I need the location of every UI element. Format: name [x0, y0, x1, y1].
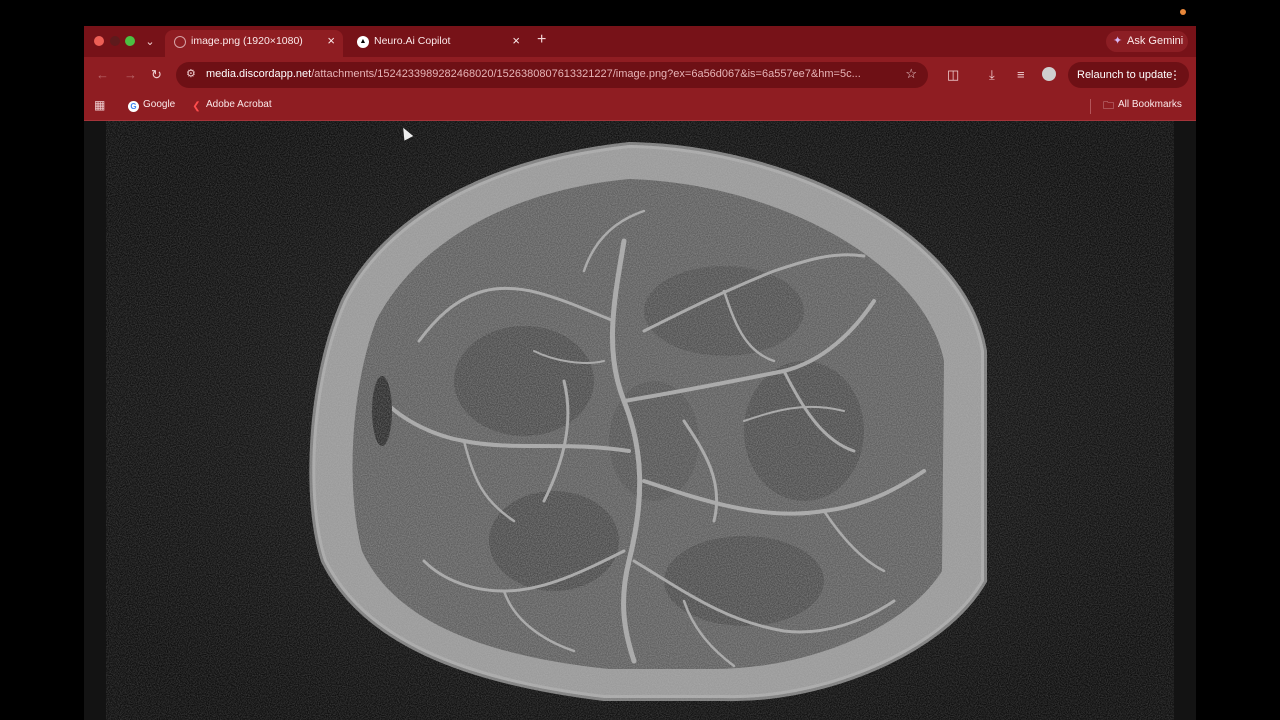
tab-title: Neuro.Ai Copilot	[374, 35, 451, 47]
gemini-sparkle-icon: ✦	[1113, 35, 1123, 47]
minimize-window-button[interactable]	[110, 36, 120, 46]
acrobat-icon: ❮	[192, 101, 201, 112]
globe-icon	[174, 36, 186, 48]
star-icon[interactable]: ☆	[905, 66, 917, 82]
folder-icon: 🗀	[1103, 100, 1114, 112]
bookmark-label: Adobe Acrobat	[206, 99, 272, 110]
reading-list-icon[interactable]: ≡	[1017, 67, 1025, 83]
tab-image-png[interactable]: image.png (1920×1080) ×	[165, 30, 343, 57]
new-tab-icon[interactable]: +	[537, 31, 546, 49]
close-window-button[interactable]	[94, 36, 104, 46]
toolbar: ← → ↻ ⚙ media.discordapp.net/attachments…	[84, 57, 1196, 93]
tab-close-icon[interactable]: ×	[327, 33, 335, 48]
forward-arrow-icon[interactable]: →	[124, 67, 137, 83]
bookmark-adobe-acrobat[interactable]: ❮ Adobe Acrobat	[191, 99, 272, 112]
url-text[interactable]: media.discordapp.net/attachments/1524233…	[206, 68, 898, 80]
tab-strip: ⌄ image.png (1920×1080) × ▲ Neuro.Ai Cop…	[84, 26, 1196, 57]
puzzle-icon[interactable]: ◫	[947, 67, 959, 83]
reload-icon[interactable]: ↻	[151, 67, 162, 83]
bookmarks-bar: ▦ G Google ❮ Adobe Acrobat 🗀 All Bookmarks	[84, 93, 1196, 121]
url-path: /attachments/1524233989282468020/1526380…	[311, 68, 861, 80]
browser-window: ⌄ image.png (1920×1080) × ▲ Neuro.Ai Cop…	[84, 26, 1196, 720]
back-arrow-icon[interactable]: ←	[96, 67, 109, 83]
bookmark-google[interactable]: G Google	[128, 99, 175, 112]
tab-close-icon[interactable]: ×	[512, 33, 520, 48]
image-viewer	[84, 121, 1196, 720]
all-bookmarks-label: All Bookmarks	[1118, 99, 1182, 110]
address-bar[interactable]: ⚙ media.discordapp.net/attachments/15242…	[176, 62, 928, 88]
tab-search-chevron-icon[interactable]: ⌄	[141, 33, 159, 51]
ask-gemini-button[interactable]: ✦ Ask Gemini	[1106, 31, 1188, 52]
bookmark-label: Google	[143, 99, 176, 110]
ask-gemini-label: Ask Gemini	[1127, 35, 1184, 47]
apps-grid-icon[interactable]: ▦	[94, 98, 105, 112]
profile-avatar[interactable]	[1042, 67, 1056, 81]
recording-indicator-dot	[1180, 9, 1186, 15]
all-bookmarks[interactable]: 🗀 All Bookmarks	[1103, 99, 1182, 112]
tune-icon[interactable]: ⚙	[186, 67, 196, 80]
fullscreen-window-button[interactable]	[125, 36, 135, 46]
relaunch-to-update-button[interactable]: Relaunch to update ⋮	[1068, 62, 1189, 88]
bookmarks-divider	[1090, 99, 1091, 114]
desktop: ⌄ image.png (1920×1080) × ▲ Neuro.Ai Cop…	[0, 0, 1280, 720]
kebab-menu-icon[interactable]: ⋮	[1169, 62, 1181, 88]
url-host: media.discordapp.net	[206, 68, 312, 80]
triangle-logo-icon: ▲	[357, 36, 369, 48]
tab-title: image.png (1920×1080)	[191, 35, 303, 47]
brain-scan-image	[106, 121, 1174, 720]
download-icon[interactable]: ⤓	[989, 67, 995, 83]
google-icon: G	[128, 101, 139, 112]
relaunch-label: Relaunch to update	[1077, 69, 1173, 81]
tab-neuro-copilot[interactable]: ▲ Neuro.Ai Copilot ×	[348, 30, 528, 57]
